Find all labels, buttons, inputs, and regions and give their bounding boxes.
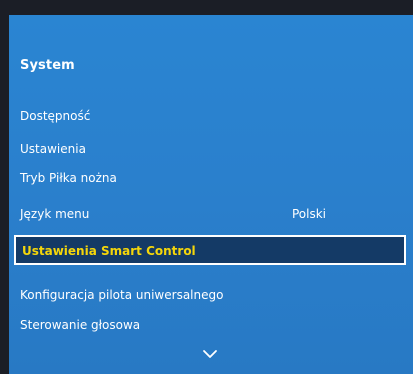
menu-language-value: Polski [292, 207, 327, 221]
menu-item-universal-remote-setup[interactable]: Konfiguracja pilota uniwersalnego [20, 287, 223, 303]
menu-item-label: Tryb Piłka nożna [20, 171, 117, 185]
menu-item-football-mode[interactable]: Tryb Piłka nożna [20, 170, 117, 186]
menu-item-label: Konfiguracja pilota uniwersalnego [20, 288, 224, 302]
chevron-down-icon[interactable] [202, 348, 218, 360]
menu-item-label: Ustawienia [20, 142, 86, 156]
menu-item-label: Ustawienia Smart Control [22, 244, 196, 258]
tv-screen: System Dostępność Ustawienia Tryb Piłka … [0, 0, 413, 374]
menu-item-accessibility[interactable]: Dostępność [20, 108, 90, 124]
menu-item-settings[interactable]: Ustawienia [20, 141, 86, 157]
menu-item-label: Język menu [20, 207, 90, 221]
menu-item-label: Sterowanie głosowa [20, 318, 141, 332]
menu-title: System [20, 58, 75, 73]
menu-item-voice-control[interactable]: Sterowanie głosowa [20, 317, 140, 333]
menu-item-smart-control-settings[interactable]: Ustawienia Smart Control [14, 235, 406, 265]
menu-item-menu-language[interactable]: Język menu Polski [20, 206, 326, 222]
menu-item-label: Dostępność [20, 109, 91, 123]
